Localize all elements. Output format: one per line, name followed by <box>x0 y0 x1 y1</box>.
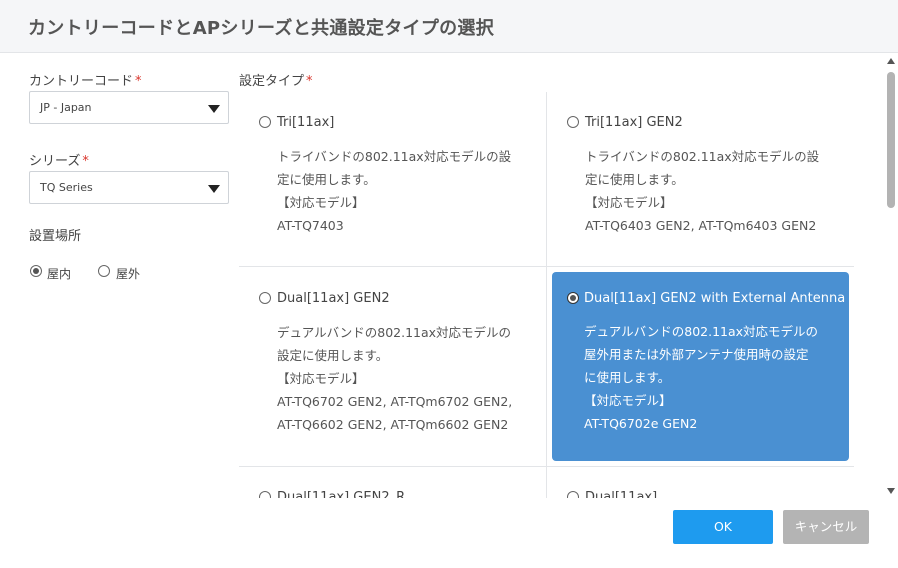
settings-card-dual-11ax[interactable]: Dual[11ax] <box>547 490 847 498</box>
settings-card-desc: トライバンドの802.11ax対応モデルの設 定に使用します。 【対応モデル】 … <box>585 149 820 233</box>
grid-divider-horizontal <box>239 266 854 267</box>
settings-card-title: Dual[11ax] GEN2_R <box>277 490 406 498</box>
scrollbar-thumb[interactable] <box>887 72 895 208</box>
settings-card-radio[interactable] <box>259 491 271 498</box>
location-indoor-label[interactable]: 屋内 <box>47 265 71 282</box>
settings-card-desc: デュアルバンドの802.11ax対応モデルの 設定に使用します。 【対応モデル】… <box>277 325 513 432</box>
settings-card-desc: トライバンドの802.11ax対応モデルの設 定に使用します。 【対応モデル】 … <box>277 149 512 233</box>
country-code-label: カントリーコード * <box>29 74 142 89</box>
settings-card-title: Dual[11ax] <box>585 490 658 498</box>
location-outdoor-label[interactable]: 屋外 <box>116 265 140 282</box>
country-code-select[interactable]: JP - Japan <box>29 91 229 124</box>
vertical-scrollbar[interactable] <box>884 54 898 498</box>
settings-card-radio[interactable] <box>567 292 579 304</box>
country-code-value: JP - Japan <box>40 101 92 114</box>
cancel-button[interactable]: キャンセル <box>783 510 869 544</box>
scroll-up-arrow-icon[interactable] <box>887 58 895 64</box>
settings-card-title: Dual[11ax] GEN2 with External Antenna <box>584 291 846 306</box>
grid-divider-horizontal <box>239 466 854 467</box>
caret-down-icon <box>208 185 220 193</box>
settings-card-title: Tri[11ax] <box>277 115 335 130</box>
required-mark: * <box>82 154 89 169</box>
settings-card-tri-11ax-gen2[interactable]: Tri[11ax] GEN2 トライバンドの802.11ax対応モデルの設 定に… <box>547 115 847 255</box>
settings-card-radio[interactable] <box>259 116 271 128</box>
dialog-footer: OK キャンセル <box>0 498 898 568</box>
dialog-content: カントリーコード * JP - Japan シリーズ * TQ Series 設置場… <box>0 54 898 498</box>
settings-card-title: Tri[11ax] GEN2 <box>585 115 683 130</box>
dialog-header: カントリーコードとAPシリーズと共通設定タイプの選択 <box>0 0 898 53</box>
series-label: シリーズ * <box>29 154 89 169</box>
settings-card-dual-11ax-gen2-r[interactable]: Dual[11ax] GEN2_R <box>239 490 539 498</box>
settings-card-tri-11ax[interactable]: Tri[11ax] トライバンドの802.11ax対応モデルの設 定に使用します… <box>239 115 539 255</box>
scroll-down-arrow-icon[interactable] <box>887 488 895 494</box>
series-select[interactable]: TQ Series <box>29 171 229 204</box>
settings-card-radio[interactable] <box>567 116 579 128</box>
required-mark: * <box>306 74 313 89</box>
caret-down-icon <box>208 105 220 113</box>
location-label: 設置場所 <box>29 229 82 244</box>
settings-card-dual-11ax-gen2-ext-antenna[interactable]: Dual[11ax] GEN2 with External Antenna デュ… <box>552 272 849 461</box>
required-mark: * <box>135 74 142 89</box>
settings-card-dual-11ax-gen2[interactable]: Dual[11ax] GEN2 デュアルバンドの802.11ax対応モデルの 設… <box>239 291 539 451</box>
ok-button[interactable]: OK <box>673 510 773 544</box>
dialog-title: カントリーコードとAPシリーズと共通設定タイプの選択 <box>28 18 495 39</box>
location-outdoor-radio[interactable] <box>98 265 110 277</box>
settings-type-label: 設定タイプ * <box>239 74 313 89</box>
settings-card-desc: デュアルバンドの802.11ax対応モデルの 屋外用または外部アンテナ使用時の設… <box>584 324 819 431</box>
series-value: TQ Series <box>40 181 93 194</box>
location-indoor-radio[interactable] <box>30 265 42 277</box>
settings-card-title: Dual[11ax] GEN2 <box>277 291 390 306</box>
settings-card-radio[interactable] <box>567 491 579 498</box>
settings-card-radio[interactable] <box>259 292 271 304</box>
